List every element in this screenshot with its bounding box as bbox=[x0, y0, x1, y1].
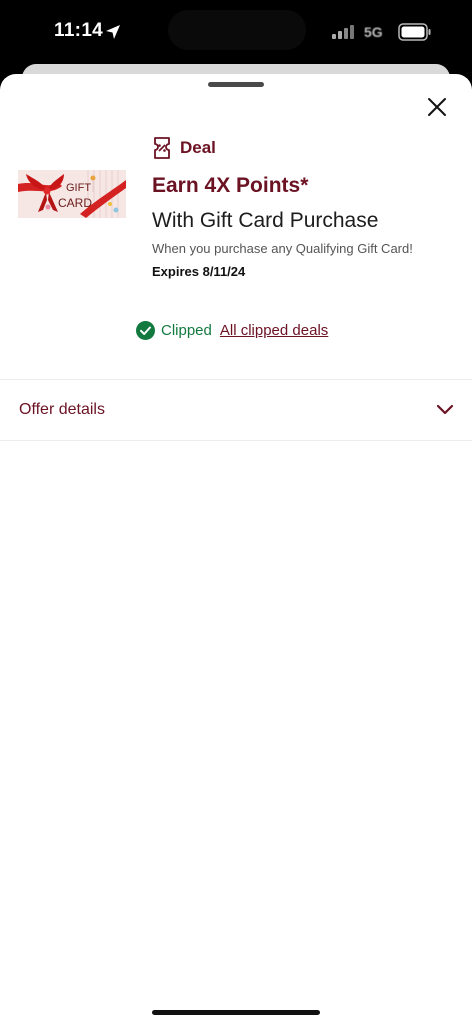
clipped-label: Clipped bbox=[161, 321, 212, 339]
close-button[interactable] bbox=[420, 90, 454, 124]
svg-text:CARD: CARD bbox=[58, 196, 92, 210]
all-clipped-deals-link[interactable]: All clipped deals bbox=[220, 322, 328, 339]
offer-details-toggle[interactable]: Offer details bbox=[0, 380, 472, 440]
gift-card-image: GIFT CARD bbox=[18, 170, 126, 218]
deal-description: When you purchase any Qualifying Gift Ca… bbox=[152, 241, 413, 256]
offer-details-label: Offer details bbox=[19, 401, 105, 418]
deal-title: Earn 4X Points* bbox=[152, 174, 309, 197]
deal-tag-label: Deal bbox=[180, 138, 216, 157]
deal-sheet: GIFT CARD Deal Earn 4X Points* With Gift… bbox=[0, 74, 472, 1024]
status-time: 11:14 bbox=[54, 20, 104, 41]
deal-tag: Deal bbox=[152, 135, 216, 161]
close-icon bbox=[428, 98, 446, 116]
divider bbox=[0, 440, 472, 441]
deal-coupon-icon bbox=[154, 137, 170, 159]
svg-text:GIFT: GIFT bbox=[66, 182, 91, 194]
cellular-signal-icon bbox=[332, 25, 354, 39]
chevron-down-icon bbox=[436, 404, 454, 415]
deal-subtitle: With Gift Card Purchase bbox=[152, 209, 379, 232]
location-arrow-icon bbox=[106, 25, 120, 39]
battery-icon bbox=[398, 23, 431, 41]
gift-card-illustration: GIFT CARD bbox=[18, 170, 126, 218]
dynamic-island bbox=[168, 10, 306, 50]
status-bar: 11:14 5G bbox=[0, 0, 472, 66]
sheet-grabber[interactable] bbox=[208, 82, 264, 87]
home-indicator bbox=[152, 1010, 320, 1015]
deal-expiry: Expires 8/11/24 bbox=[152, 264, 246, 279]
clipped-status: Clipped All clipped deals bbox=[136, 319, 328, 341]
check-circle-icon bbox=[136, 320, 155, 340]
network-label: 5G bbox=[364, 24, 383, 40]
